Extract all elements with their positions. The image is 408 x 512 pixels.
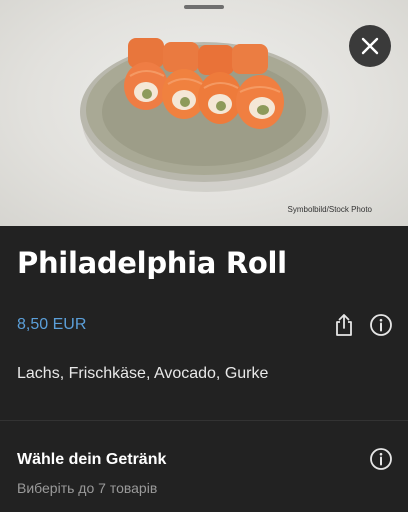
product-description: Lachs, Frischkäse, Avocado, Gurke (17, 365, 269, 382)
share-button[interactable] (331, 312, 357, 338)
option-section-title: Wähle dein Getränk (17, 451, 167, 468)
drag-handle[interactable] (184, 5, 224, 9)
product-title: Philadelphia Roll (17, 246, 287, 280)
sushi-plate-photo (80, 38, 330, 192)
divider (0, 420, 408, 421)
info-icon (370, 448, 392, 470)
close-button[interactable] (349, 25, 391, 67)
close-icon (361, 37, 379, 55)
share-icon (336, 314, 352, 336)
option-section-subtitle: Виберіть до 7 товарів (17, 480, 158, 496)
product-price: 8,50 EUR (17, 316, 87, 333)
option-info-button[interactable] (368, 446, 394, 472)
info-button[interactable] (368, 312, 394, 338)
image-credit: Symbolbild/Stock Photo (287, 205, 373, 214)
product-image: Symbolbild/Stock Photo (0, 0, 408, 226)
info-icon (370, 314, 392, 336)
